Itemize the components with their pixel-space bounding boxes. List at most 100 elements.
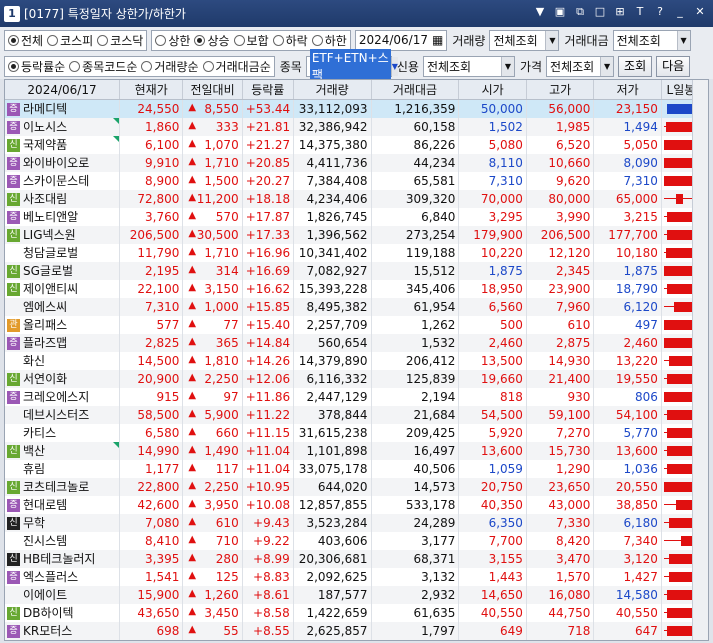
sort-radio-2[interactable]: 거래량순 [141, 58, 199, 75]
table-row[interactable]: 신 무학 7,080 ▲ 610 +9.43 3,523,284 24,289 6,350 7,3… [5, 513, 708, 532]
link-icon[interactable]: ⧉ [573, 5, 587, 19]
stock-name-cell[interactable]: 신 제이앤티씨 [5, 279, 121, 298]
search-button[interactable]: 조회 [618, 55, 653, 77]
market-radio-1[interactable]: 코스피 [47, 32, 93, 49]
table-row[interactable]: 증 베노티앤알 3,760 ▲ 570 +17.87 1,826,745 6,840 3,295… [5, 207, 708, 226]
column-header[interactable]: 저가 [593, 80, 662, 100]
table-row[interactable]: 증 현대로템 42,600 ▲ 3,950 +10.08 12,857,855 533,178… [5, 495, 708, 514]
table-row[interactable]: 신 DB하이텍 43,650 ▲ 3,450 +8.58 1,422,659 61,635 40… [5, 603, 708, 622]
stock-name-cell[interactable]: 진시스템 [5, 531, 121, 550]
stock-name-cell[interactable]: 이에이트 [5, 585, 121, 604]
table-row[interactable]: 증 엑스플러스 1,541 ▲ 125 +8.83 2,092,625 3,132 1,443 1… [5, 567, 708, 586]
column-header[interactable]: 고가 [526, 80, 595, 100]
table-row[interactable]: 카티스 6,580 ▲ 660 +11.15 31,615,238 209,425 5,920… [5, 423, 708, 442]
column-header[interactable]: 거래대금 [371, 80, 460, 100]
direction-radio-2[interactable]: 보합 [233, 32, 269, 49]
stock-name-cell[interactable]: 신 DB하이텍 [5, 603, 121, 622]
table-row[interactable]: 신 HB테크놀러지 3,395 ▲ 280 +8.99 20,306,681 68,371 3,… [5, 549, 708, 568]
table-row[interactable]: 신 백산 14,990 ▲ 1,490 +11.04 1,101,898 16,497 13,6… [5, 441, 708, 460]
stock-name-cell[interactable]: 증 엑스플러스 [5, 567, 121, 586]
stock-name-cell[interactable]: 증 스카이문스테 [5, 171, 121, 190]
stock-name-cell[interactable]: 증 현대로템 [5, 495, 121, 514]
table-row[interactable]: 신 사조대림 72,800 ▲ 11,200 +18.18 4,234,406 309,320… [5, 189, 708, 208]
help-icon[interactable]: ? [653, 5, 667, 19]
amount-select[interactable]: 전체조회 ▼ [612, 29, 691, 51]
pin-icon[interactable]: ⊞ [613, 5, 627, 19]
direction-radio-1[interactable]: 상승 [194, 32, 230, 49]
column-header[interactable]: 현재가 [119, 80, 184, 100]
stock-name-cell[interactable]: 증 플라즈맵 [5, 333, 121, 352]
table-row[interactable]: 신 서연이화 20,900 ▲ 2,250 +12.06 6,116,332 125,839 1… [5, 369, 708, 388]
column-header[interactable]: 2024/06/17 [5, 80, 121, 100]
stock-name-cell[interactable]: 청담글로벌 [5, 243, 121, 262]
font-icon[interactable]: T [633, 5, 647, 19]
stock-name-cell[interactable]: 신 HB테크놀러지 [5, 549, 121, 568]
stock-name-cell[interactable]: 증 라메디텍 [5, 99, 121, 118]
column-header[interactable]: 전일대비 [182, 80, 243, 100]
vertical-scrollbar[interactable] [692, 80, 708, 640]
table-row[interactable]: 휴림 1,177 ▲ 117 +11.04 33,075,178 40,506 1,059 1,… [5, 459, 708, 478]
table-row[interactable]: 증 플라즈맵 2,825 ▲ 365 +14.84 560,654 1,532 2,460 2,8… [5, 333, 708, 352]
table-row[interactable]: 신 SG글로벌 2,195 ▲ 314 +16.69 7,082,927 15,512 1,87… [5, 261, 708, 280]
calendar-icon[interactable]: ▦ [432, 33, 443, 47]
price-select[interactable]: 전체조회 ▼ [546, 55, 615, 77]
radio-icon[interactable] [272, 34, 284, 46]
radio-icon[interactable] [69, 60, 81, 72]
stock-name-cell[interactable]: 신 서연이화 [5, 369, 121, 388]
table-row[interactable]: 데브시스터즈 58,500 ▲ 5,900 +11.22 378,844 21,684 54,… [5, 405, 708, 424]
window-icon[interactable]: □ [593, 5, 607, 19]
stock-name-cell[interactable]: 데브시스터즈 [5, 405, 121, 424]
table-row[interactable]: 증 스카이문스테 8,900 ▲ 1,500 +20.27 7,384,408 65,581 7… [5, 171, 708, 190]
radio-icon[interactable] [47, 34, 59, 46]
date-field[interactable]: 2024/06/17 ▦ [354, 29, 448, 51]
column-header[interactable]: 등락률 [242, 80, 294, 100]
memo-icon[interactable]: ▣ [553, 5, 567, 19]
table-row[interactable]: 신 국제약품 6,100 ▲ 1,070 +21.27 14,375,380 86,226 5,… [5, 135, 708, 154]
sort-radio-3[interactable]: 거래대금순 [202, 58, 271, 75]
table-row[interactable]: 이에이트 15,900 ▲ 1,260 +8.61 187,577 2,932 14,650 1… [5, 585, 708, 604]
radio-icon[interactable] [233, 34, 245, 46]
radio-icon[interactable] [8, 60, 19, 72]
table-row[interactable]: 진시스템 8,410 ▲ 710 +9.22 403,606 3,177 7,700 8,420… [5, 531, 708, 550]
stock-name-cell[interactable]: 신 무학 [5, 513, 121, 532]
direction-radio-4[interactable]: 하한 [311, 32, 347, 49]
table-row[interactable]: 화신 14,500 ▲ 1,810 +14.26 14,379,890 206,412 13,… [5, 351, 708, 370]
credit-select[interactable]: 전체조회 ▼ [422, 55, 515, 77]
stock-name-cell[interactable]: 신 코츠테크놀로 [5, 477, 121, 496]
table-row[interactable]: 관 올리패스 577 ▲ 77 +15.40 2,257,709 1,262 500 610 497 [5, 315, 708, 334]
direction-radio-0[interactable]: 상한 [155, 32, 190, 49]
radio-icon[interactable] [155, 34, 167, 46]
radio-icon[interactable] [311, 34, 323, 46]
stock-name-cell[interactable]: 카티스 [5, 423, 121, 442]
stock-name-cell[interactable]: 신 백산 [5, 441, 121, 460]
volume-select[interactable]: 전체조회 ▼ [489, 29, 560, 51]
radio-icon[interactable] [141, 60, 153, 72]
radio-icon[interactable] [97, 34, 109, 46]
stock-name-cell[interactable]: 휴림 [5, 459, 121, 478]
table-row[interactable]: 엠에스씨 7,310 ▲ 1,000 +15.85 8,495,382 61,954 6,56… [5, 297, 708, 316]
dropdown-icon[interactable]: ▼ [533, 5, 547, 19]
table-row[interactable]: 증 크레오에스지 915 ▲ 97 +11.86 2,447,129 2,194 818 930 8… [5, 387, 708, 406]
stock-name-cell[interactable]: 신 사조대림 [5, 189, 121, 208]
table-row[interactable]: 신 제이앤티씨 22,100 ▲ 3,150 +16.62 15,393,228 345,40… [5, 279, 708, 298]
sort-radio-0[interactable]: 등락률순 [8, 58, 65, 75]
stock-name-cell[interactable]: 신 SG글로벌 [5, 261, 121, 280]
next-button[interactable]: 다음 [656, 55, 691, 77]
table-row[interactable]: 증 KR모터스 698 ▲ 55 +8.55 2,625,857 1,797 649 718 647 [5, 621, 708, 640]
table-row[interactable]: 증 라메디텍 24,550 ▲ 8,550 +53.44 33,112,093 1,216,3… [5, 99, 708, 118]
radio-icon[interactable] [202, 60, 214, 72]
column-header[interactable]: 시가 [458, 80, 527, 100]
close-icon[interactable]: ✕ [693, 5, 707, 19]
column-header[interactable]: 거래량 [293, 80, 372, 100]
table-row[interactable]: 신 코츠테크놀로 22,800 ▲ 2,250 +10.95 644,020 14,573 20… [5, 477, 708, 496]
table-row[interactable]: 증 와이바이오로 9,910 ▲ 1,710 +20.85 4,411,736 44,234 8… [5, 153, 708, 172]
stock-name-cell[interactable]: 관 올리패스 [5, 315, 121, 334]
radio-icon[interactable] [194, 34, 206, 46]
stock-name-cell[interactable]: 증 이노시스 [5, 117, 121, 136]
stock-name-cell[interactable]: 신 LIG넥스원 [5, 225, 121, 244]
stock-name-cell[interactable]: 증 베노티앤알 [5, 207, 121, 226]
radio-icon[interactable] [8, 34, 19, 46]
stock-name-cell[interactable]: 증 크레오에스지 [5, 387, 121, 406]
stock-name-cell[interactable]: 신 국제약품 [5, 135, 121, 154]
minimize-icon[interactable]: _ [673, 5, 687, 19]
